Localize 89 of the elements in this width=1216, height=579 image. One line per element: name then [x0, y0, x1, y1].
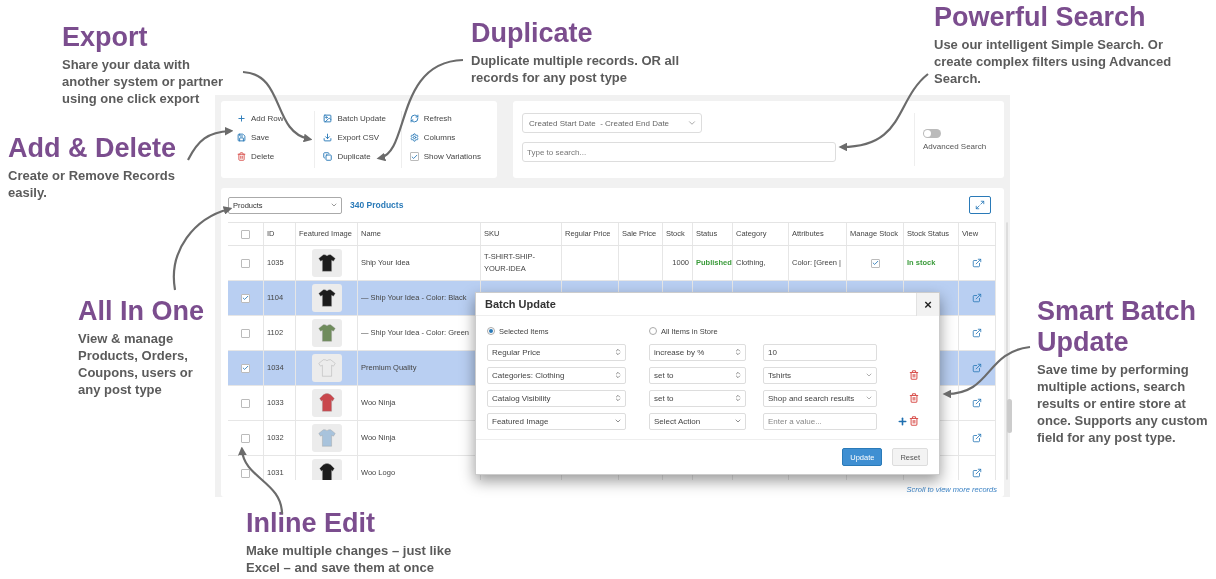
- toggle-switch[interactable]: [923, 128, 941, 138]
- external-link-icon[interactable]: [972, 293, 982, 303]
- dialog-title: Batch Update: [485, 298, 556, 310]
- caret-icon: [614, 348, 622, 356]
- value-dropdown[interactable]: Tshirts: [763, 366, 877, 384]
- toggle-label: Advanced Search: [923, 141, 988, 151]
- toolbar-button[interactable]: Refresh: [409, 111, 481, 126]
- row-checkbox[interactable]: [241, 258, 250, 268]
- feature-description: Duplicate multiple records. OR all records for any post type: [471, 52, 681, 87]
- caret-icon: [614, 394, 622, 402]
- toolbar-button[interactable]: Duplicate: [323, 149, 393, 164]
- toolbar-button[interactable]: Save: [237, 130, 307, 145]
- external-link-icon[interactable]: [972, 258, 982, 268]
- toolbar-button[interactable]: Batch Update: [323, 111, 393, 126]
- caret-icon: [734, 417, 742, 425]
- curved-arrow: [242, 70, 313, 142]
- action-dropdown[interactable]: set to: [649, 389, 746, 407]
- feature-description: Use our intelligent Simple Search. Or create complex filters using Advanced Search.: [934, 36, 1173, 88]
- trash-icon: [237, 152, 246, 161]
- field-dropdown[interactable]: Categories: Clothing: [487, 366, 626, 384]
- caret-icon: [865, 394, 873, 402]
- feature-description: Save time by performing multiple actions, search results or entire store at once. Supports any custom field for any post type.: [1037, 361, 1209, 447]
- feature-title: Smart Batch Update: [1037, 296, 1198, 359]
- toolbar-button[interactable]: Show Variations: [409, 149, 481, 164]
- field-dropdown[interactable]: Regular Price: [487, 343, 626, 361]
- date-range-dropdown[interactable]: Created Start Date - Created End Date: [522, 113, 702, 133]
- toolbar-button[interactable]: Export CSV: [323, 130, 393, 145]
- row-checkbox[interactable]: [241, 468, 250, 478]
- download-icon: [323, 133, 333, 142]
- checkbox[interactable]: [870, 258, 880, 268]
- select-all-checkbox[interactable]: [241, 229, 250, 239]
- caret-icon: [734, 371, 742, 379]
- delete-button[interactable]: [909, 415, 919, 427]
- value-dropdown[interactable]: Shop and search results: [763, 389, 877, 407]
- feature-title: Export: [62, 22, 149, 54]
- search-field[interactable]: Type to search...: [522, 142, 836, 162]
- row-checkbox[interactable]: [241, 293, 250, 303]
- feature-title: Add & Delete: [8, 133, 178, 165]
- plus-icon: [237, 114, 246, 123]
- field-dropdown[interactable]: Featured Image: [487, 412, 626, 430]
- delete-button[interactable]: [909, 370, 919, 380]
- caret-icon: [330, 201, 338, 209]
- feature-description: Make multiple changes – just like Excel – and save them at once: [246, 542, 453, 577]
- row-checkbox[interactable]: [241, 398, 250, 408]
- feature-description: Share your data with another system or partner using one click export: [62, 56, 225, 108]
- feature-description: Create or Remove Records easily.: [8, 167, 176, 202]
- toolbar-button[interactable]: Delete: [237, 149, 307, 164]
- checkbox[interactable]: [409, 152, 419, 161]
- settings-icon: [409, 133, 419, 142]
- expand-icon: [975, 200, 985, 210]
- caret-icon: [614, 417, 622, 425]
- row-checkbox[interactable]: [241, 328, 250, 338]
- image-icon: [323, 114, 333, 123]
- feature-description: View & manage Products, Orders, Coupons, users or any post type: [78, 330, 194, 399]
- caret-icon: [734, 348, 742, 356]
- caret-icon: [734, 394, 742, 402]
- refresh-icon: [409, 114, 419, 123]
- external-link-icon[interactable]: [972, 433, 982, 443]
- record-count: 340 Products: [350, 200, 404, 210]
- copy-icon: [323, 152, 333, 161]
- close-button[interactable]: ×: [916, 292, 939, 316]
- caret-icon: [865, 371, 873, 379]
- feature-title: All In One: [78, 296, 205, 328]
- chevron-icon: [687, 118, 697, 128]
- delete-button[interactable]: [909, 393, 919, 403]
- external-link-icon[interactable]: [972, 328, 982, 338]
- value-field[interactable]: Enter a value...: [763, 412, 877, 430]
- external-link-icon[interactable]: [972, 468, 982, 478]
- feature-title: Inline Edit: [246, 508, 376, 540]
- action-dropdown[interactable]: Select Action: [649, 412, 746, 430]
- row-checkbox[interactable]: [241, 363, 250, 373]
- row-checkbox[interactable]: [241, 433, 250, 443]
- fullscreen-button[interactable]: [969, 196, 991, 214]
- save-icon: [237, 133, 246, 142]
- toolbar-button[interactable]: Add Row: [237, 111, 307, 126]
- add-button[interactable]: [897, 415, 908, 427]
- radio-button[interactable]: [487, 327, 495, 335]
- external-link-icon[interactable]: [972, 363, 982, 373]
- caret-icon: [614, 371, 622, 379]
- external-link-icon[interactable]: [972, 398, 982, 408]
- curved-arrow: [187, 127, 234, 161]
- field-dropdown[interactable]: Catalog Visibility: [487, 389, 626, 407]
- toolbar-button[interactable]: Columns: [409, 130, 481, 145]
- feature-title: Powerful Search: [934, 2, 1147, 34]
- value-field[interactable]: 10: [763, 343, 877, 361]
- action-dropdown[interactable]: increase by %: [649, 343, 746, 361]
- action-dropdown[interactable]: set to: [649, 366, 746, 384]
- scrollbar-thumb[interactable]: [1007, 399, 1012, 433]
- feature-title: Duplicate: [471, 18, 594, 50]
